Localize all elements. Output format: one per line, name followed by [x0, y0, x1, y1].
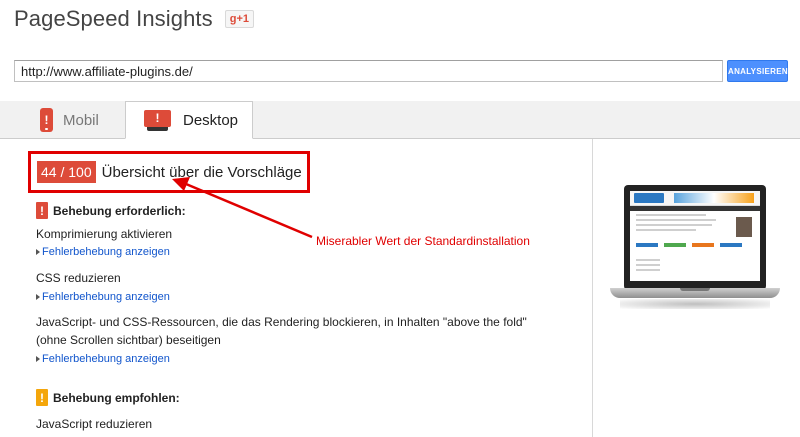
- url-input[interactable]: [14, 60, 723, 82]
- google-plus-one-button[interactable]: g+1: [224, 10, 254, 28]
- score-highlight-box: 44 / 100 Übersicht über die Vorschläge: [28, 151, 310, 193]
- device-tabs: ! Mobil ! Desktop: [0, 101, 800, 139]
- score-badge: 44 / 100: [37, 161, 96, 183]
- tab-desktop[interactable]: ! Desktop: [125, 101, 253, 139]
- monitor-icon: !: [144, 109, 171, 131]
- triangle-right-icon: [36, 356, 40, 362]
- rule-name: JavaScript reduzieren: [36, 417, 153, 431]
- section-recommended-heading: Behebung empfohlen:: [53, 390, 180, 405]
- annotation-text: Miserabler Wert der Standardinstallation: [316, 234, 530, 248]
- tab-mobile-label: Mobil: [63, 111, 99, 129]
- rule-name: CSS reduzieren: [36, 271, 121, 285]
- rule-name: Komprimierung aktivieren: [36, 227, 173, 241]
- fix-link[interactable]: Fehlerbehebung anzeigen: [36, 353, 170, 365]
- fix-link[interactable]: Fehlerbehebung anzeigen: [36, 246, 170, 258]
- rule-name: JavaScript- und CSS-Ressourcen, die das …: [36, 315, 527, 347]
- triangle-right-icon: [36, 294, 40, 300]
- summary-title: Übersicht über die Vorschläge: [101, 163, 302, 181]
- results-panel: 44 / 100 Übersicht über die Vorschläge !…: [0, 139, 593, 437]
- warning-red-icon: !: [36, 202, 48, 219]
- app-title: PageSpeed Insights: [14, 6, 213, 31]
- tab-desktop-label: Desktop: [183, 111, 239, 129]
- header: PageSpeed Insights g+1: [14, 4, 254, 34]
- section-recommended: ! Behebung empfohlen:: [36, 389, 180, 406]
- screenshot-preview-panel: [593, 139, 800, 437]
- tab-mobile[interactable]: ! Mobil: [40, 101, 99, 139]
- fix-link[interactable]: Fehlerbehebung anzeigen: [36, 291, 170, 303]
- section-required-heading: Behebung erforderlich:: [53, 203, 186, 218]
- laptop-preview-image: [610, 185, 780, 311]
- analyze-button[interactable]: ANALYSIEREN: [727, 60, 788, 82]
- triangle-right-icon: [36, 249, 40, 255]
- phone-icon: !: [40, 108, 53, 132]
- url-row: ANALYSIEREN: [14, 60, 788, 82]
- warning-orange-icon: !: [36, 389, 48, 406]
- section-required: ! Behebung erforderlich:: [36, 202, 186, 219]
- page-screenshot: [630, 191, 760, 281]
